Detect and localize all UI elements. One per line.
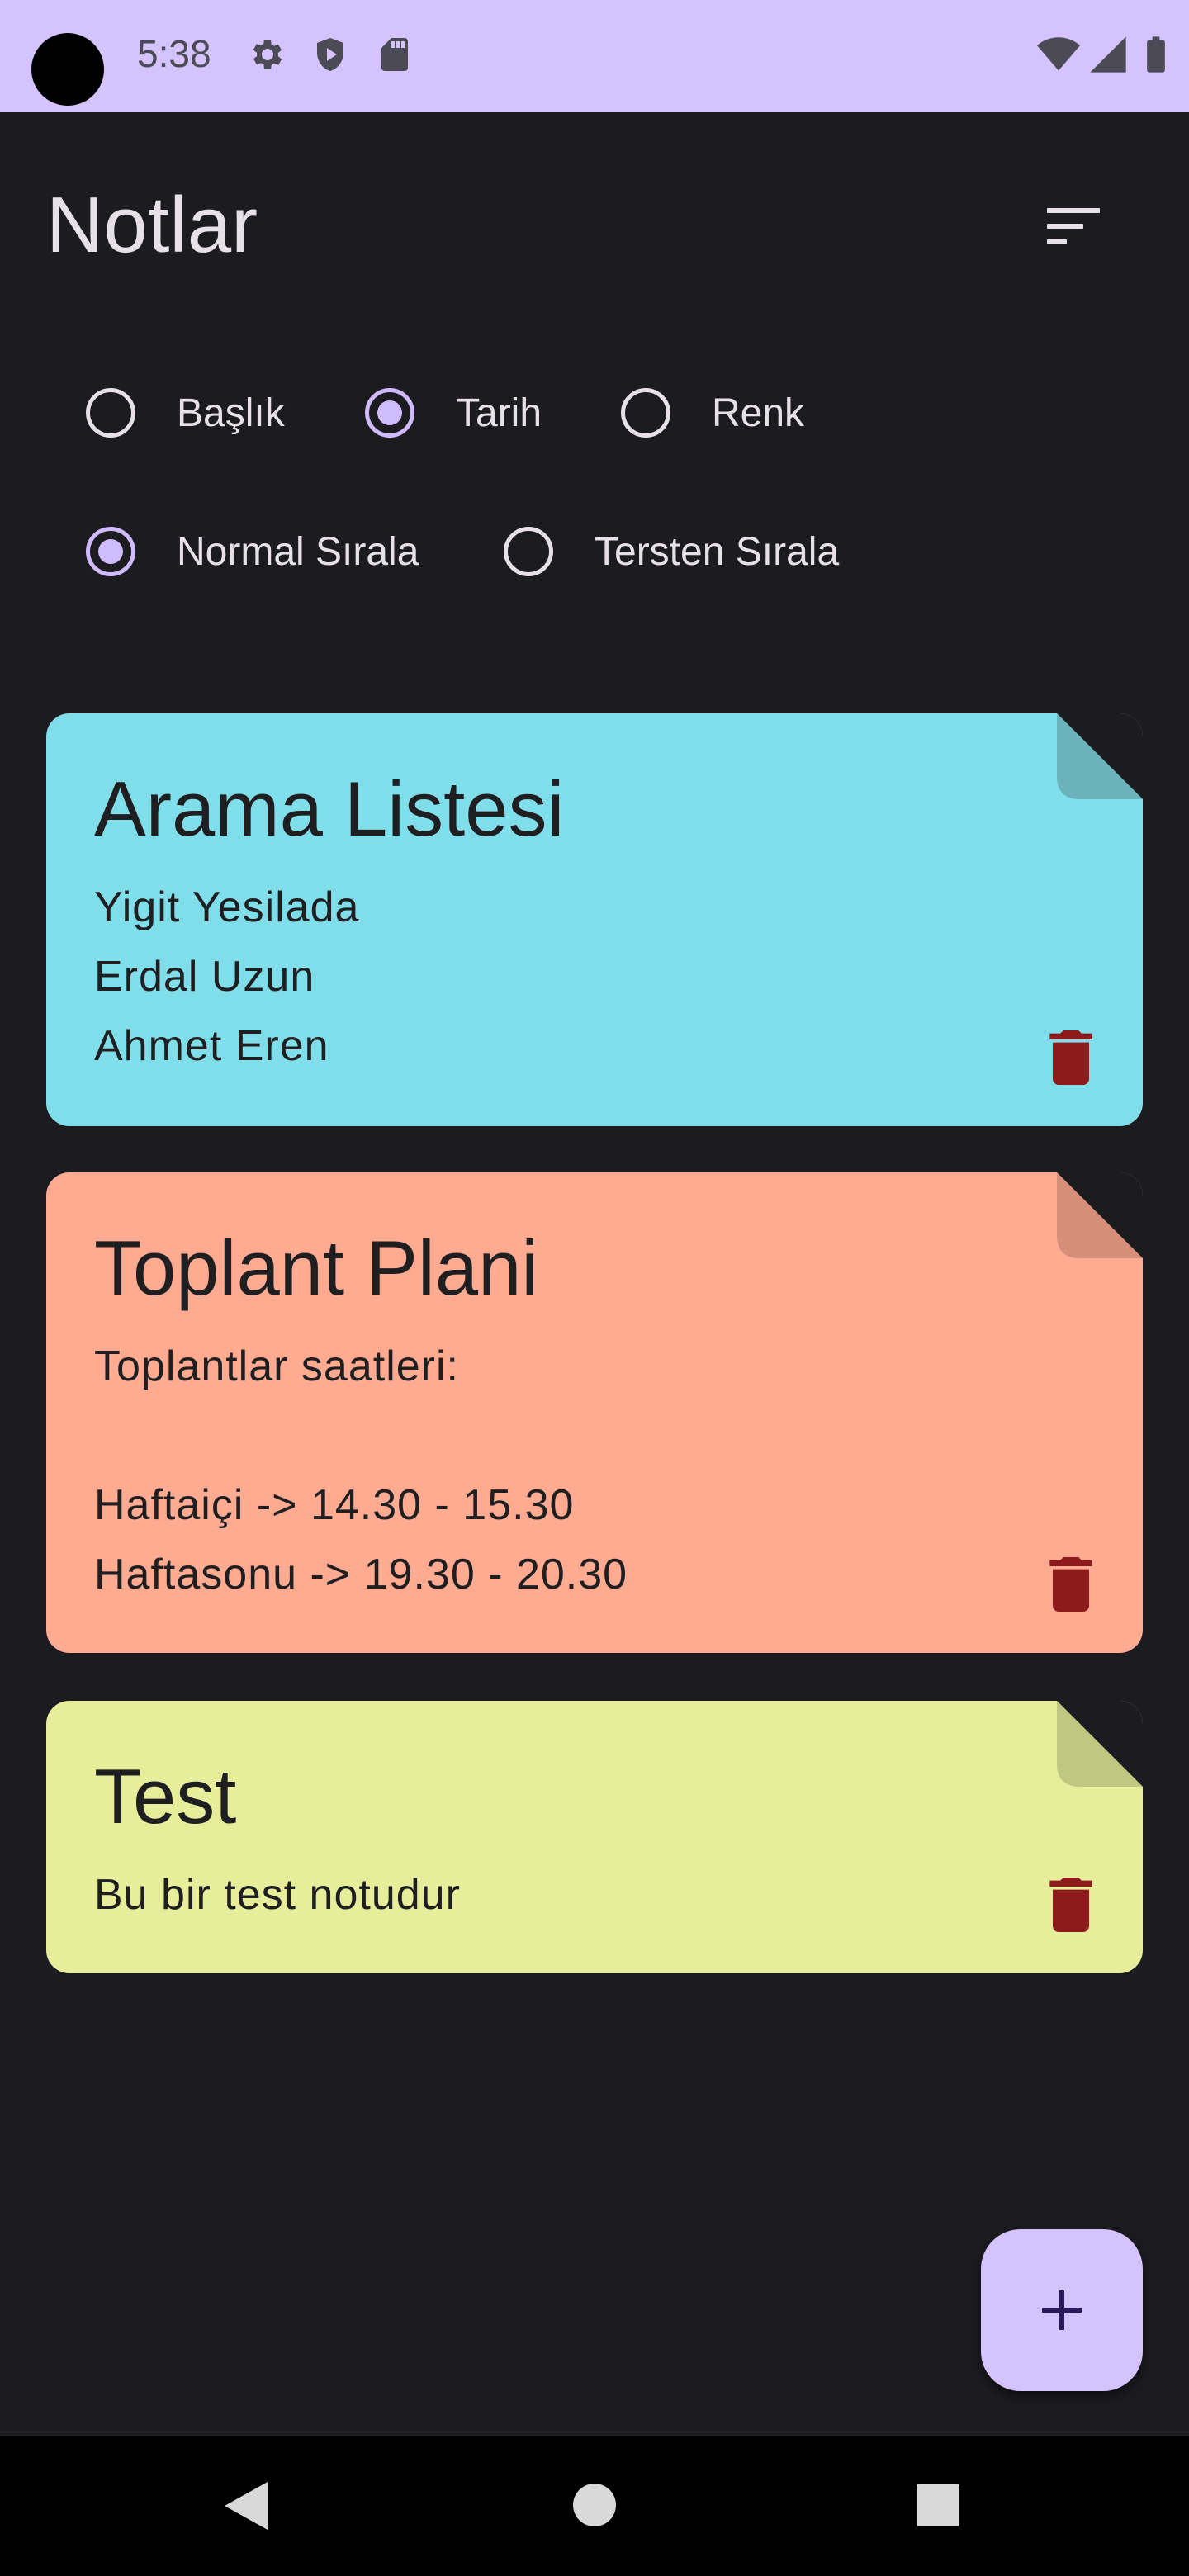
status-bar: 5:38: [0, 0, 1189, 112]
radio-option-color[interactable]: Renk: [621, 372, 804, 454]
note-card[interactable]: Test Bu bir test notudur: [46, 1701, 1143, 1973]
sort-icon: [1047, 208, 1100, 244]
radio-label: Renk: [712, 391, 805, 435]
gear-icon: [253, 40, 282, 69]
note-body: Bu bir test notudur: [94, 1871, 461, 1920]
plus-icon: [1042, 2290, 1082, 2330]
radio-option-date[interactable]: Tarih: [365, 372, 542, 454]
radio-option-reverse[interactable]: Tersten Sırala: [504, 510, 839, 593]
trash-icon[interactable]: [1047, 1878, 1095, 1932]
trash-icon[interactable]: [1047, 1030, 1095, 1085]
corner-fold: [1057, 1172, 1143, 1258]
note-card[interactable]: Arama Listesi Yigit Yesilada Erdal Uzun …: [46, 713, 1143, 1126]
radio-label: Tarih: [456, 391, 542, 435]
sort-by-radio-group: Başlık Tarih Renk: [0, 372, 1189, 454]
radio-label: Başlık: [177, 391, 285, 435]
sort-order-radio-group: Normal Sırala Tersten Sırala: [0, 510, 1189, 593]
note-title: Arama Listesi: [94, 765, 565, 852]
radio-option-normal[interactable]: Normal Sırala: [86, 510, 419, 593]
radio-button-selected[interactable]: [86, 527, 135, 576]
shield-icon: [317, 38, 343, 71]
radio-button[interactable]: [504, 527, 553, 576]
radio-option-title[interactable]: Başlık: [86, 372, 285, 454]
note-title: Test: [94, 1753, 237, 1840]
navigation-bar: [0, 2436, 1189, 2576]
back-icon[interactable]: [221, 2480, 271, 2531]
radio-label: Normal Sırala: [177, 529, 419, 574]
battery-icon: [1147, 36, 1165, 73]
page-title: Notlar: [46, 181, 258, 269]
home-icon[interactable]: [571, 2482, 618, 2528]
add-note-button[interactable]: [981, 2229, 1143, 2391]
note-body: Yigit Yesilada Erdal Uzun Ahmet Eren: [94, 883, 360, 1071]
corner-fold: [1057, 713, 1143, 799]
corner-fold: [1057, 1701, 1143, 1787]
radio-button-selected[interactable]: [365, 388, 414, 438]
note-title: Toplant Plani: [94, 1224, 539, 1311]
radio-label: Tersten Sırala: [594, 529, 840, 574]
trash-icon[interactable]: [1047, 1557, 1095, 1612]
sort-button[interactable]: [1037, 195, 1110, 258]
note-card[interactable]: Toplant Plani Toplantlar saatleri: Hafta…: [46, 1172, 1143, 1653]
radio-button[interactable]: [621, 388, 670, 438]
status-time: 5:38: [137, 32, 211, 75]
wifi-icon: [1037, 37, 1080, 71]
radio-button[interactable]: [86, 388, 135, 438]
camera-cutout: [31, 33, 104, 106]
recents-icon[interactable]: [915, 2482, 961, 2528]
note-body: Toplantlar saatleri: Haftaiçi -> 14.30 -…: [94, 1342, 628, 1599]
signal-icon: [1090, 36, 1126, 73]
sd-card-icon: [381, 38, 408, 71]
